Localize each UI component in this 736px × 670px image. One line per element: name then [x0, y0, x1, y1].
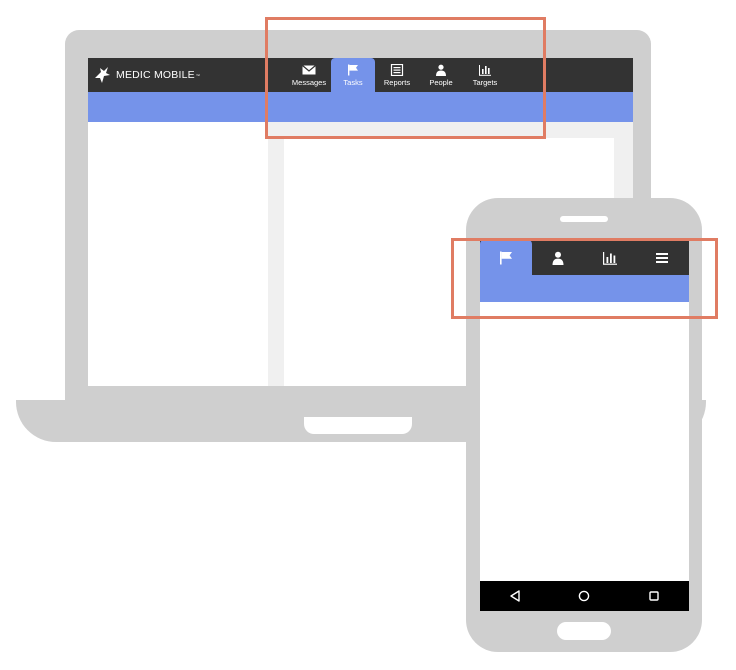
mobile-nav-highlight: [451, 238, 718, 319]
nav-recents-button[interactable]: [647, 589, 661, 603]
nav-home-button[interactable]: [577, 589, 591, 603]
desktop-nav-highlight: [265, 17, 546, 139]
medic-mobile-logo-icon: [92, 65, 112, 85]
desktop-left-pane: [88, 122, 268, 386]
home-circle-icon: [578, 590, 590, 602]
brand-name: MEDIC MOBILE: [116, 69, 195, 81]
nav-back-button[interactable]: [508, 589, 522, 603]
phone-speaker: [560, 216, 608, 222]
back-triangle-icon: [509, 590, 521, 602]
phone-home-button[interactable]: [557, 622, 611, 640]
brand[interactable]: MEDIC MOBILE ™: [92, 64, 200, 86]
laptop-notch: [304, 417, 412, 434]
android-nav-bar: [480, 581, 689, 611]
brand-trademark: ™: [195, 72, 200, 78]
recents-square-icon: [648, 590, 660, 602]
